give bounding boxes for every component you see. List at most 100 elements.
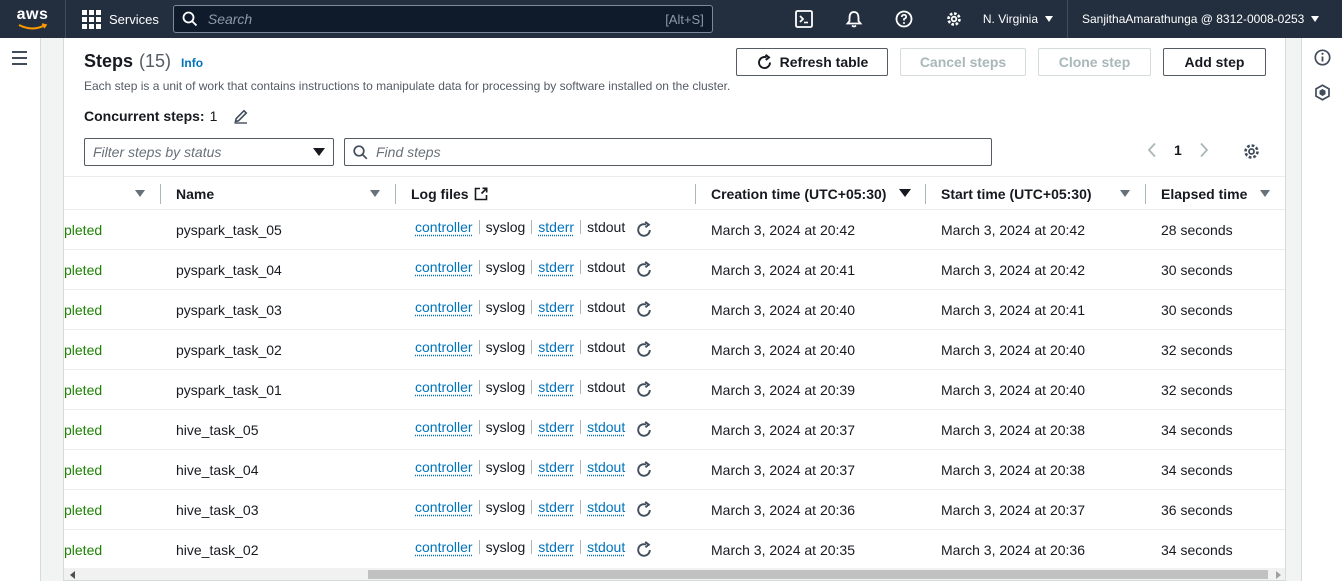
syslog-log: syslog (485, 539, 526, 555)
refresh-icon (637, 221, 651, 237)
clone-step-button[interactable]: Clone step (1038, 48, 1151, 76)
stdout-log-link[interactable]: stdout (587, 539, 625, 555)
stderr-log-link[interactable]: stderr (538, 339, 574, 355)
controller-log-link[interactable]: controller (415, 379, 473, 395)
sort-icon[interactable] (135, 190, 145, 197)
column-header-name[interactable]: Name (176, 177, 214, 210)
find-steps-input[interactable]: Find steps (344, 138, 992, 166)
current-page[interactable]: 1 (1174, 142, 1182, 158)
account-label: SanjithaAmarathunga @ 8312-0008-0253 (1082, 12, 1305, 26)
creation-time: March 3, 2024 at 20:40 (711, 342, 855, 358)
stderr-log-link[interactable]: stderr (538, 379, 574, 395)
log-separator (478, 340, 480, 354)
stderr-log-link[interactable]: stderr (538, 499, 574, 515)
services-menu-button[interactable]: Services (66, 0, 173, 38)
hexagon-icon[interactable] (1314, 84, 1331, 101)
refresh-logs-button[interactable] (635, 541, 653, 559)
column-header-logs: Log files (411, 177, 488, 210)
controller-log-link[interactable]: controller (415, 539, 473, 555)
horizontal-scrollbar[interactable] (64, 568, 1285, 580)
pencil-icon[interactable] (233, 108, 249, 124)
elapsed-time: 30 seconds (1161, 302, 1233, 318)
log-files: controller syslog stderr stdout (415, 207, 653, 247)
controller-log-link[interactable]: controller (415, 499, 473, 515)
chevron-left-icon[interactable] (1146, 142, 1158, 158)
controller-log-link[interactable]: controller (415, 459, 473, 475)
column-header-start[interactable]: Start time (UTC+05:30) (941, 177, 1092, 210)
refresh-logs-button[interactable] (635, 461, 653, 479)
refresh-logs-button[interactable] (635, 341, 653, 359)
refresh-logs-button[interactable] (635, 501, 653, 519)
refresh-icon (637, 461, 651, 477)
log-files: controller syslog stderr stdout (415, 487, 653, 527)
stdout-log: stdout (587, 219, 626, 235)
controller-log-link[interactable]: controller (415, 219, 473, 235)
log-separator (531, 460, 533, 474)
stderr-log-link[interactable]: stderr (538, 539, 574, 555)
elapsed-time: 28 seconds (1161, 222, 1233, 238)
sort-icon[interactable] (370, 190, 380, 197)
refresh-logs-button[interactable] (635, 381, 653, 399)
cloudshell-button[interactable] (779, 0, 829, 38)
table-row: pleted hive_task_04 controller syslog stderr… (64, 450, 1285, 490)
scroll-right-arrow-icon[interactable] (1276, 571, 1281, 579)
controller-log-link[interactable]: controller (415, 259, 473, 275)
column-creation-label: Creation time (UTC+05:30) (711, 185, 887, 202)
refresh-icon (637, 261, 651, 277)
controller-log-link[interactable]: controller (415, 339, 473, 355)
log-separator (580, 380, 582, 394)
table-header: Name Log files Creation time (UTC+05:30)… (64, 176, 1285, 210)
stdout-log-link[interactable]: stdout (587, 499, 625, 515)
info-link[interactable]: Info (181, 56, 203, 70)
controller-log-link[interactable]: controller (415, 419, 473, 435)
syslog-log: syslog (485, 339, 526, 355)
notifications-button[interactable] (829, 0, 879, 38)
refresh-logs-button[interactable] (635, 261, 653, 279)
sort-icon[interactable] (1120, 190, 1130, 197)
region-selector[interactable]: N. Virginia (981, 0, 1068, 38)
sort-descending-icon[interactable] (899, 189, 911, 197)
concurrent-steps-label: Concurrent steps: (84, 108, 205, 124)
settings-button[interactable] (929, 0, 979, 38)
stderr-log-link[interactable]: stderr (538, 259, 574, 275)
search-icon (182, 11, 197, 27)
stderr-log-link[interactable]: stderr (538, 299, 574, 315)
account-menu[interactable]: SanjithaAmarathunga @ 8312-0008-0253 (1068, 0, 1320, 38)
search-input[interactable]: Search [Alt+S] (172, 5, 713, 33)
column-header-creation[interactable]: Creation time (UTC+05:30) (711, 177, 886, 210)
syslog-log: syslog (485, 459, 526, 475)
services-label: Services (109, 11, 159, 27)
menu-icon[interactable] (12, 51, 27, 69)
stdout-log-link[interactable]: stdout (587, 419, 625, 435)
pagination: 1 (1146, 142, 1210, 158)
page-title: Steps (84, 51, 134, 71)
log-files: controller syslog stderr stdout (415, 527, 653, 567)
chevron-right-icon[interactable] (1198, 142, 1210, 158)
add-step-button[interactable]: Add step (1163, 48, 1266, 76)
step-name: pyspark_task_03 (176, 302, 282, 318)
column-header-elapsed[interactable]: Elapsed time (1161, 177, 1247, 210)
info-icon[interactable] (1314, 49, 1331, 66)
controller-log-link[interactable]: controller (415, 299, 473, 315)
help-button[interactable] (879, 0, 929, 38)
step-name: pyspark_task_04 (176, 262, 282, 278)
elapsed-time: 32 seconds (1161, 342, 1233, 358)
table-body: pleted pyspark_task_05 controller syslog std… (64, 207, 1285, 570)
sort-icon[interactable] (1260, 190, 1270, 197)
refresh-icon (637, 341, 651, 357)
scroll-left-arrow-icon[interactable] (70, 571, 75, 579)
aws-logo[interactable]: aws (0, 0, 66, 38)
gear-icon[interactable] (1242, 142, 1261, 161)
refresh-logs-button[interactable] (635, 221, 653, 239)
log-separator (478, 300, 480, 314)
stderr-log-link[interactable]: stderr (538, 219, 574, 235)
stdout-log-link[interactable]: stdout (587, 459, 625, 475)
refresh-logs-button[interactable] (635, 421, 653, 439)
status-filter-select[interactable]: Filter steps by status (84, 138, 334, 166)
cancel-steps-button[interactable]: Cancel steps (900, 48, 1026, 76)
stderr-log-link[interactable]: stderr (538, 459, 574, 475)
refresh-logs-button[interactable] (635, 301, 653, 319)
stderr-log-link[interactable]: stderr (538, 419, 574, 435)
scrollbar-thumb[interactable] (368, 570, 1268, 579)
refresh-table-button[interactable]: Refresh table (736, 48, 888, 76)
